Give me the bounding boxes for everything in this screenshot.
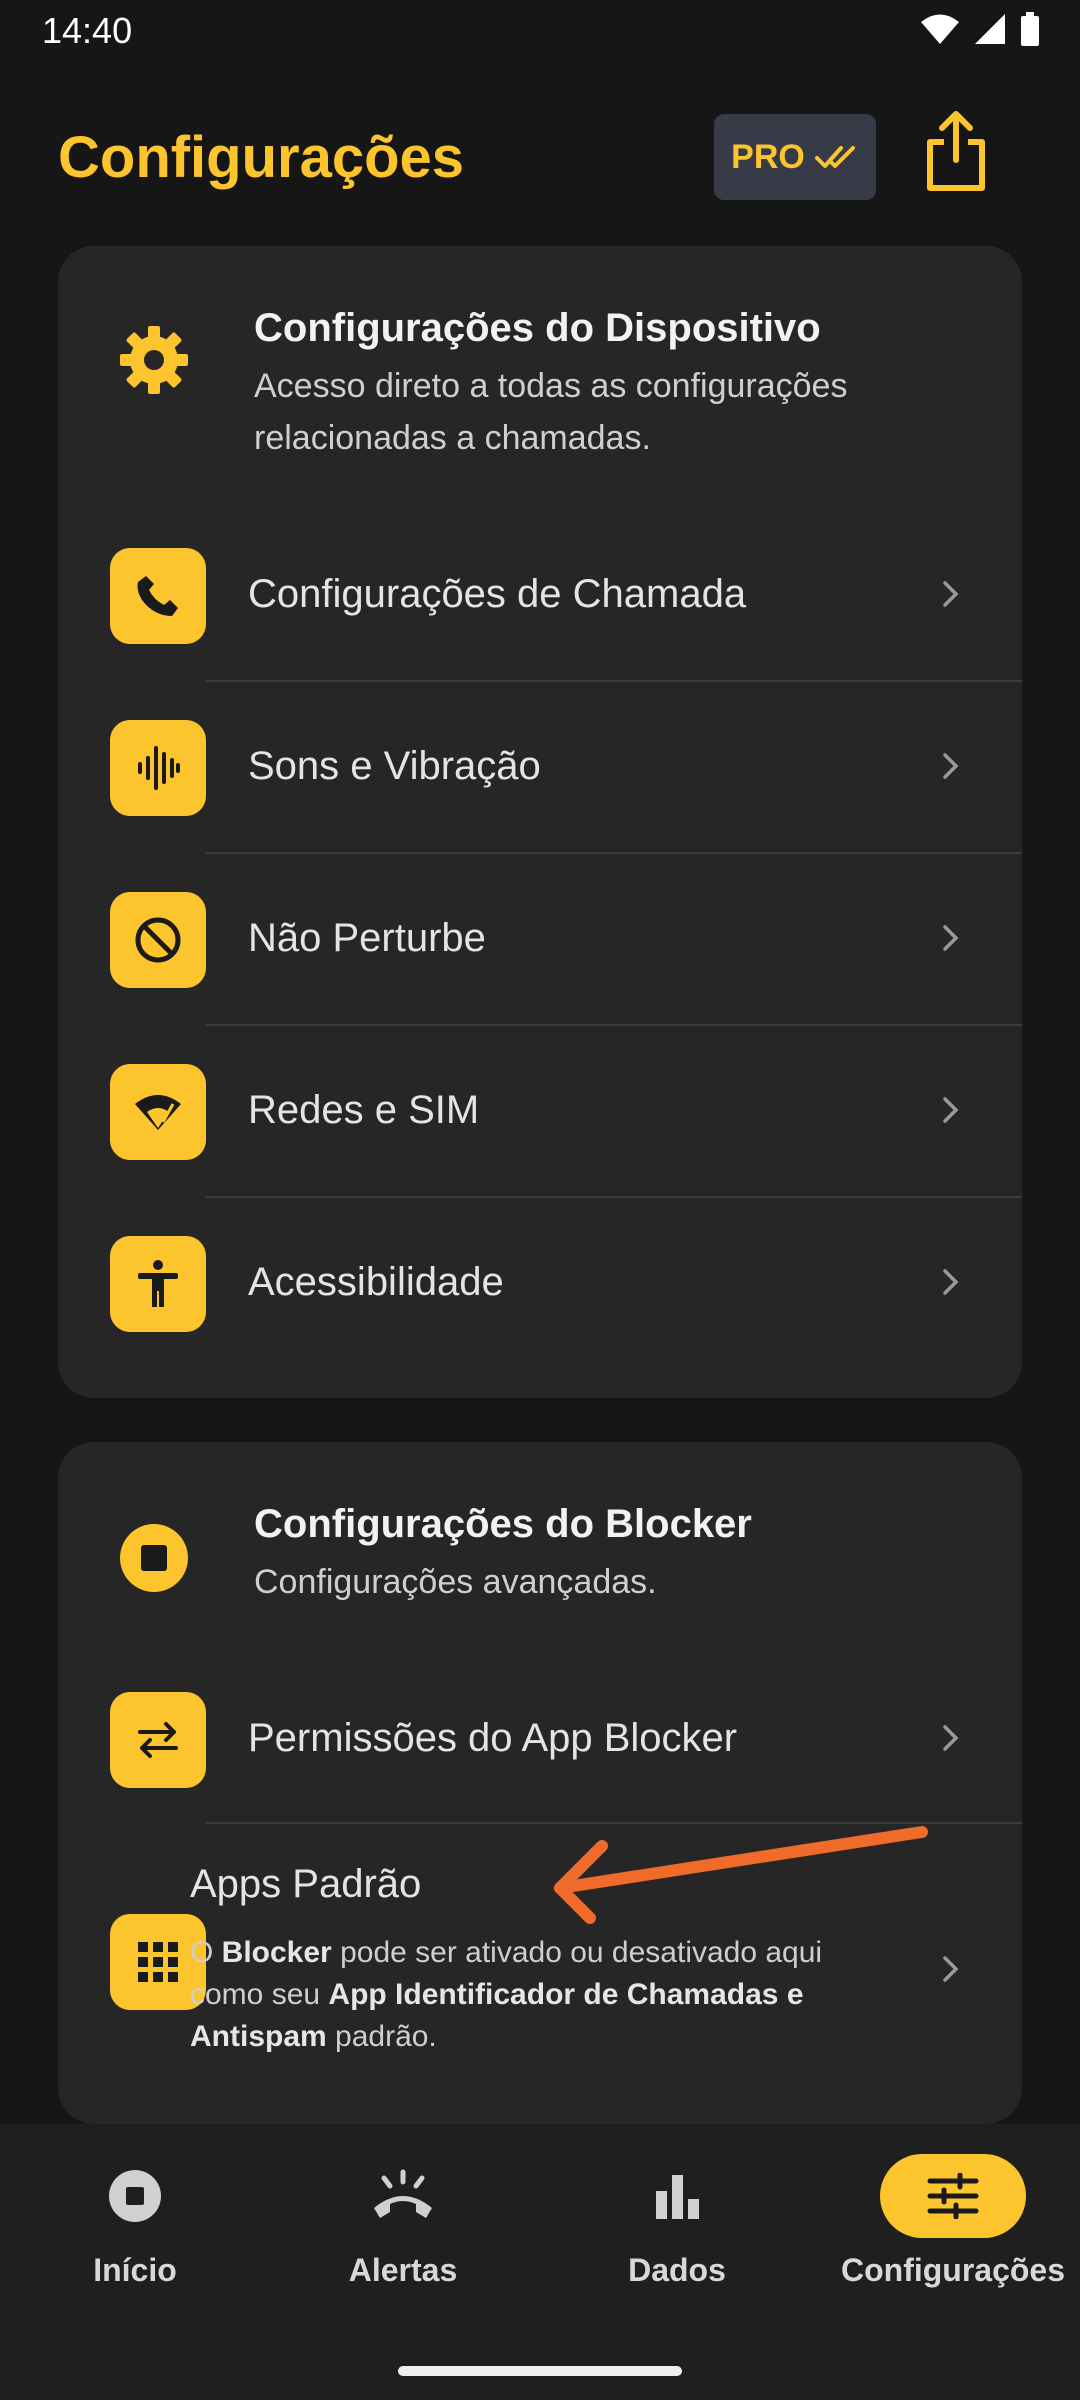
stop-circle-icon <box>62 2154 208 2238</box>
annotation-arrow-icon <box>554 1826 928 1924</box>
chevron-right-icon <box>942 508 960 680</box>
chevron-right-icon <box>942 1652 960 1824</box>
sound-wave-icon <box>110 720 206 816</box>
networks-sim-row[interactable]: Redes e SIM <box>58 1024 1022 1196</box>
desc-bold: Blocker <box>221 1936 332 1969</box>
device-section-title: Configurações do Dispositivo <box>254 306 821 350</box>
blocker-section-title: Configurações do Blocker <box>254 1502 752 1546</box>
pro-badge-button[interactable]: PRO <box>714 114 876 200</box>
row-label: Sons e Vibração <box>248 743 541 788</box>
nav-item-configuracoes[interactable]: Configurações <box>818 2154 1080 2314</box>
device-settings-card: Configurações do Dispositivo Acesso dire… <box>58 246 1022 1398</box>
share-button[interactable] <box>916 106 996 196</box>
default-apps-description: O Blocker pode ser ativado ou desativado… <box>190 1932 890 2058</box>
pro-label: PRO <box>731 137 805 176</box>
nav-label: Início <box>93 2252 177 2288</box>
chevron-right-icon <box>942 680 960 852</box>
home-indicator <box>398 2366 682 2376</box>
row-label: Acessibilidade <box>248 1259 504 1304</box>
desc-text: padrão. <box>326 2020 437 2053</box>
app-blocker-permissions-row[interactable]: Permissões do App Blocker <box>58 1652 1022 1824</box>
call-settings-row[interactable]: Configurações de Chamada <box>58 508 1022 680</box>
ringing-phone-icon <box>330 2154 476 2238</box>
sounds-vibration-row[interactable]: Sons e Vibração <box>58 680 1022 852</box>
nav-item-inicio[interactable]: Início <box>0 2154 270 2314</box>
do-not-disturb-row[interactable]: Não Perturbe <box>58 852 1022 1024</box>
sliders-icon <box>880 2154 1026 2238</box>
row-label: Não Perturbe <box>248 915 486 960</box>
phone-icon <box>110 548 206 644</box>
nav-label: Configurações <box>840 2252 1066 2288</box>
nav-label: Dados <box>628 2252 726 2288</box>
swap-arrows-icon <box>110 1692 206 1788</box>
status-bar: 14:40 <box>0 0 1080 64</box>
chevron-right-icon <box>942 1196 960 1368</box>
nav-label: Alertas <box>348 2252 458 2288</box>
blocker-section-description: Configurações avançadas. <box>254 1563 657 1601</box>
network-icon <box>110 1064 206 1160</box>
nav-item-alertas[interactable]: Alertas <box>268 2154 538 2314</box>
accessibility-row[interactable]: Acessibilidade <box>58 1196 1022 1368</box>
chevron-right-icon <box>942 1024 960 1196</box>
desc-text: O <box>190 1936 222 1969</box>
nav-item-dados[interactable]: Dados <box>542 2154 812 2314</box>
row-label: Redes e SIM <box>248 1087 480 1132</box>
do-not-disturb-icon <box>110 892 206 988</box>
cellular-signal-icon <box>975 14 1005 44</box>
battery-icon <box>1021 12 1039 46</box>
accessibility-icon <box>110 1236 206 1332</box>
gear-icon <box>112 318 196 402</box>
row-label: Permissões do App Blocker <box>248 1715 738 1760</box>
stop-circle-icon <box>112 1516 196 1600</box>
device-section-description: Acesso direto a todas as configurações r… <box>254 367 848 457</box>
share-icon <box>927 111 985 191</box>
chevron-right-icon <box>942 852 960 1024</box>
row-label: Configurações de Chamada <box>248 571 747 616</box>
bar-chart-icon <box>604 2154 750 2238</box>
double-check-icon <box>814 146 855 168</box>
chevron-right-icon <box>942 1824 960 2114</box>
status-time: 14:40 <box>42 10 133 51</box>
bottom-navigation: Início Alertas Dados Configurações <box>0 2124 1080 2400</box>
default-apps-title: Apps Padrão <box>190 1862 422 1906</box>
wifi-icon <box>921 14 959 44</box>
page-title: Configurações <box>58 125 465 190</box>
status-icons <box>920 12 1040 46</box>
